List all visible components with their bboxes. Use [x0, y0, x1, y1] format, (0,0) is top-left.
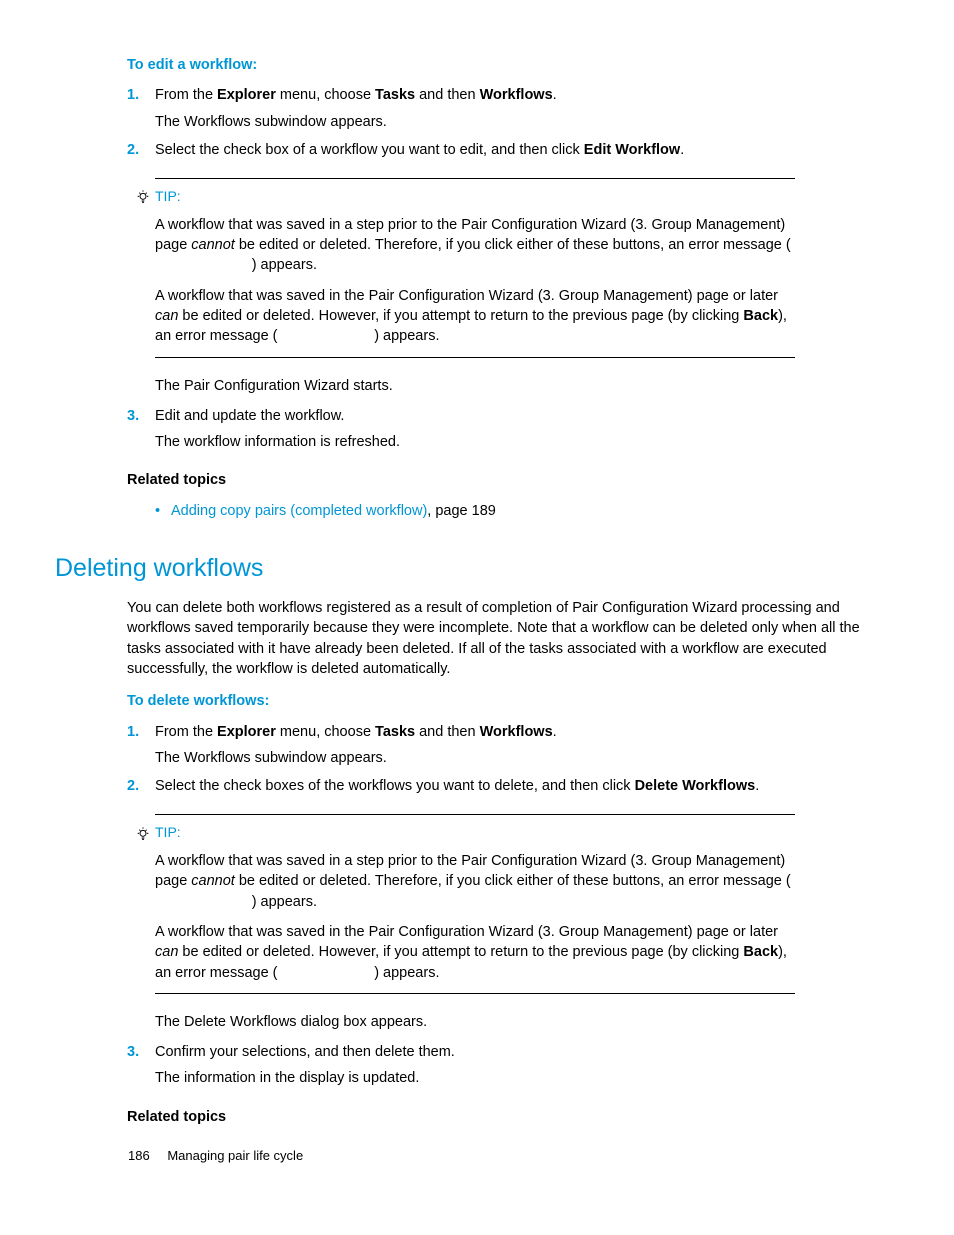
delete-step-3: 3. Confirm your selections, and then del…	[127, 1042, 894, 1089]
page-footer: 186 Managing pair life cycle	[128, 1147, 303, 1165]
tip-para-2: A workflow that was saved in the Pair Co…	[155, 922, 795, 983]
edit-after-tip: The Pair Configuration Wizard starts.	[155, 376, 894, 396]
related-list-1: Adding copy pairs (completed workflow), …	[155, 501, 894, 521]
section-title-deleting: Deleting workflows	[55, 551, 894, 586]
tip-header: TIP:	[135, 187, 795, 207]
step-number: 3.	[127, 406, 139, 426]
edit-steps-list: 1. From the Explorer menu, choose Tasks …	[127, 85, 894, 160]
step-text: Select the check boxes of the workflows …	[155, 778, 759, 794]
delete-step-2: 2. Select the check boxes of the workflo…	[127, 776, 894, 796]
edit-step-1: 1. From the Explorer menu, choose Tasks …	[127, 85, 894, 132]
delete-after-tip: The Delete Workflows dialog box appears.	[155, 1012, 894, 1032]
step-text: From the Explorer menu, choose Tasks and…	[155, 87, 557, 103]
tip-label: TIP:	[155, 188, 181, 204]
delete-intro: You can delete both workflows registered…	[127, 598, 884, 679]
tip-rule-top	[155, 814, 795, 815]
step-text: Confirm your selections, and then delete…	[155, 1044, 455, 1060]
lightbulb-icon	[135, 826, 151, 842]
tip-box-2: TIP: A workflow that was saved in a step…	[155, 814, 795, 993]
edit-steps-list-cont: 3. Edit and update the workflow. The wor…	[127, 406, 894, 453]
procedure-heading-delete: To delete workflows:	[127, 691, 894, 711]
page-number: 186	[128, 1148, 150, 1163]
edit-step-2: 2. Select the check box of a workflow yo…	[127, 140, 894, 160]
step-sub: The workflow information is refreshed.	[155, 432, 894, 452]
delete-steps-list: 1. From the Explorer menu, choose Tasks …	[127, 722, 894, 797]
tip-para-1: A workflow that was saved in a step prio…	[155, 851, 795, 912]
tip-para-1: A workflow that was saved in a step prio…	[155, 215, 795, 276]
related-link[interactable]: Adding copy pairs (completed workflow)	[171, 503, 427, 519]
step-sub: The Workflows subwindow appears.	[155, 748, 894, 768]
tip-box-1: TIP: A workflow that was saved in a step…	[155, 178, 795, 357]
related-item: Adding copy pairs (completed workflow), …	[155, 501, 894, 521]
related-suffix: , page 189	[427, 503, 496, 519]
tip-label: TIP:	[155, 824, 181, 840]
step-sub: The information in the display is update…	[155, 1068, 894, 1088]
step-sub: The Workflows subwindow appears.	[155, 112, 894, 132]
related-topics-heading-1: Related topics	[127, 470, 894, 490]
edit-step-3: 3. Edit and update the workflow. The wor…	[127, 406, 894, 453]
step-text: Edit and update the workflow.	[155, 408, 344, 424]
chapter-title: Managing pair life cycle	[167, 1148, 303, 1163]
related-topics-heading-2: Related topics	[127, 1107, 894, 1127]
tip-rule-bottom	[155, 357, 795, 358]
tip-rule-bottom	[155, 993, 795, 994]
delete-step-1: 1. From the Explorer menu, choose Tasks …	[127, 722, 894, 769]
step-number: 3.	[127, 1042, 139, 1062]
tip-header: TIP:	[135, 823, 795, 843]
step-number: 1.	[127, 85, 139, 105]
step-text: Select the check box of a workflow you w…	[155, 142, 684, 158]
step-text: From the Explorer menu, choose Tasks and…	[155, 724, 557, 740]
lightbulb-icon	[135, 189, 151, 205]
delete-steps-list-cont: 3. Confirm your selections, and then del…	[127, 1042, 894, 1089]
step-number: 2.	[127, 776, 139, 796]
tip-rule-top	[155, 178, 795, 179]
tip-para-2: A workflow that was saved in the Pair Co…	[155, 286, 795, 347]
procedure-heading-edit: To edit a workflow:	[127, 55, 894, 75]
step-number: 1.	[127, 722, 139, 742]
step-number: 2.	[127, 140, 139, 160]
